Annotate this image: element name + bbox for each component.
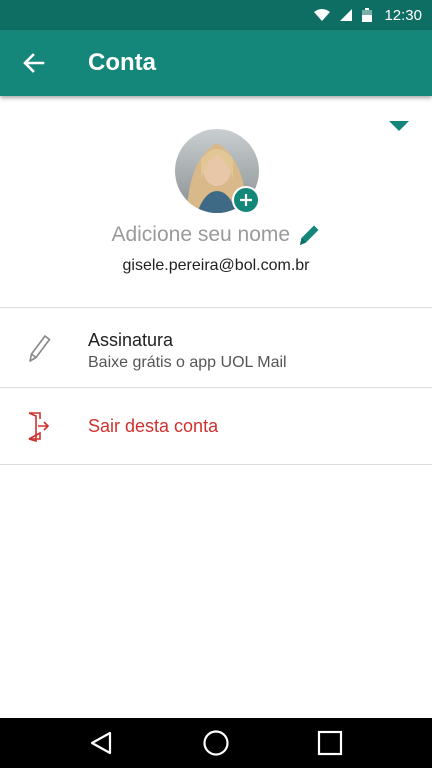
name-row[interactable]: Adicione seu nome bbox=[0, 222, 432, 248]
wifi-icon bbox=[314, 9, 331, 21]
account-email: gisele.pereira@bol.com.br bbox=[122, 257, 310, 274]
back-triangle-icon bbox=[90, 731, 112, 755]
page-title: Conta bbox=[88, 49, 156, 76]
signature-subtitle: Baixe grátis o app UOL Mail bbox=[88, 354, 287, 371]
logout-door-icon bbox=[28, 412, 50, 442]
arrow-left-icon bbox=[23, 53, 45, 73]
menu-item-logout[interactable]: Sair desta conta bbox=[0, 388, 432, 464]
account-dropdown-icon[interactable] bbox=[386, 118, 412, 134]
system-nav-bar bbox=[0, 718, 432, 768]
add-photo-button[interactable] bbox=[232, 186, 260, 214]
divider bbox=[0, 464, 432, 465]
name-placeholder[interactable]: Adicione seu nome bbox=[111, 223, 290, 246]
signal-icon bbox=[340, 9, 353, 21]
plus-icon bbox=[240, 194, 252, 206]
status-time: 12:30 bbox=[384, 6, 422, 24]
logout-title: Sair desta conta bbox=[88, 416, 219, 436]
recents-square-icon bbox=[317, 730, 343, 756]
app-bar: Conta bbox=[0, 30, 432, 96]
avatar-container bbox=[175, 129, 260, 214]
edit-name-icon[interactable] bbox=[297, 222, 321, 248]
battery-icon bbox=[362, 8, 373, 22]
menu-item-signature[interactable]: Assinatura Baixe grátis o app UOL Mail bbox=[0, 308, 432, 387]
home-circle-icon bbox=[203, 730, 229, 756]
status-icons: 12:30 bbox=[314, 6, 422, 24]
status-bar: 12:30 bbox=[0, 0, 432, 30]
back-button[interactable] bbox=[14, 43, 54, 83]
nav-recents-button[interactable] bbox=[295, 718, 365, 768]
pencil-icon bbox=[29, 335, 51, 362]
nav-back-button[interactable] bbox=[66, 718, 136, 768]
nav-home-button[interactable] bbox=[181, 718, 251, 768]
signature-title: Assinatura bbox=[88, 330, 174, 350]
